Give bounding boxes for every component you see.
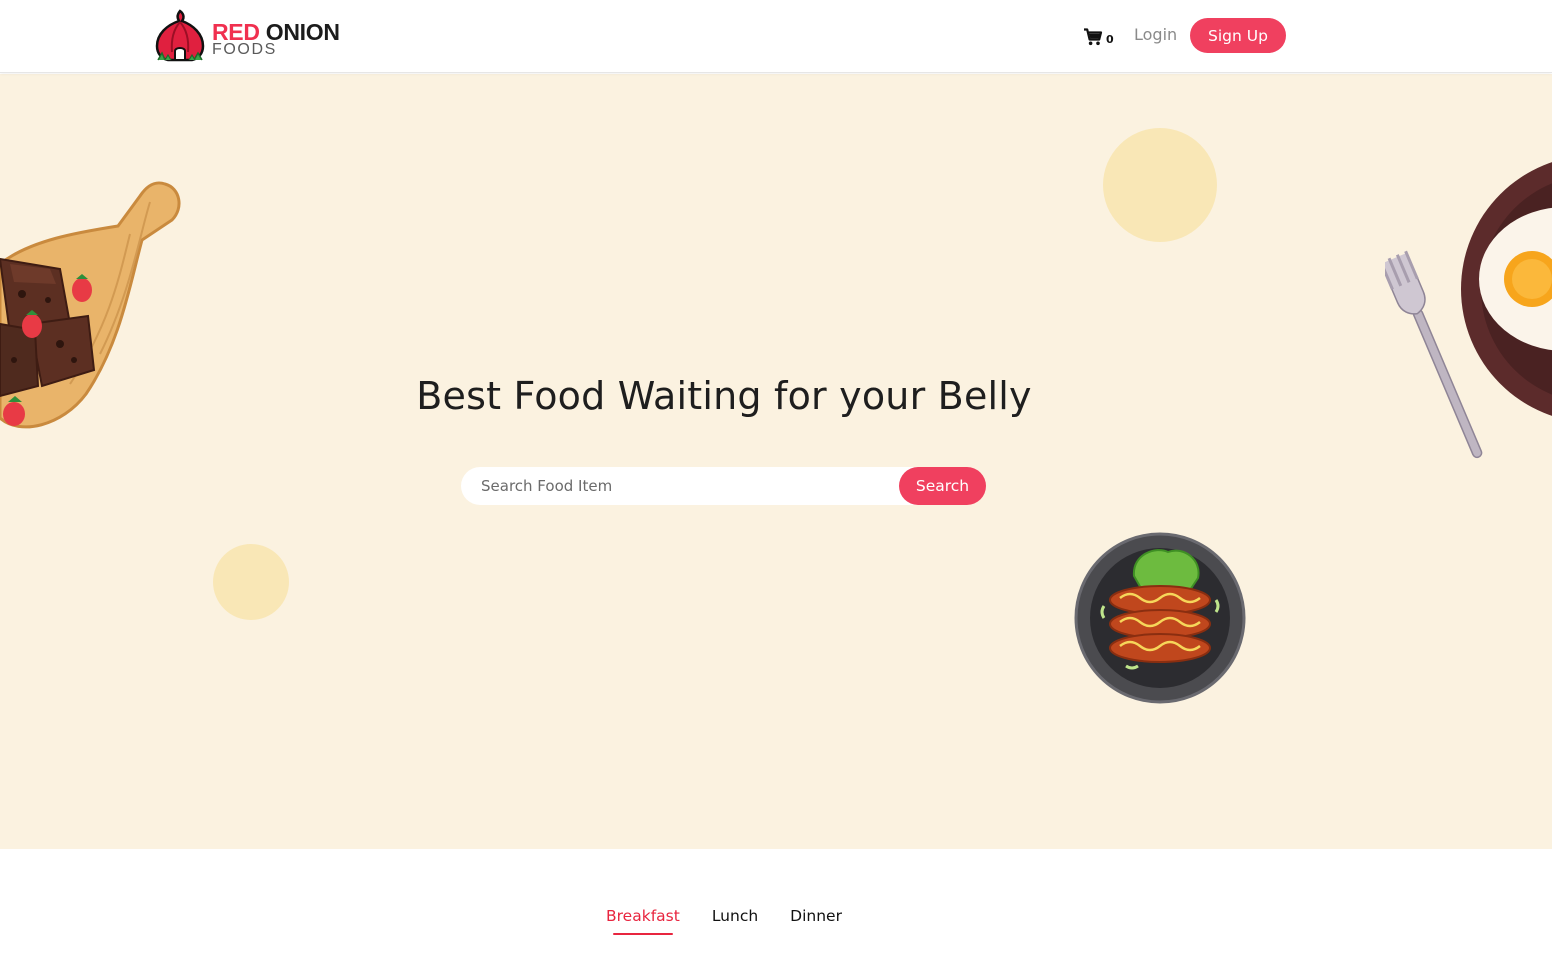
- brand-logo[interactable]: RED ONION FOODS: [154, 8, 354, 64]
- egg-pan-image: [1461, 162, 1552, 416]
- site-header: RED ONION FOODS 0 Login Sign Up: [0, 0, 1552, 73]
- signup-button[interactable]: Sign Up: [1190, 18, 1286, 53]
- search-button[interactable]: Search: [899, 467, 986, 505]
- meal-tabs: Breakfast Lunch Dinner: [0, 905, 1448, 935]
- tab-dinner[interactable]: Dinner: [790, 905, 842, 935]
- cart-count: 0: [1106, 33, 1114, 46]
- search-input[interactable]: [461, 467, 921, 505]
- logo-subtitle: FOODS: [212, 41, 277, 58]
- tab-breakfast[interactable]: Breakfast: [606, 905, 680, 935]
- tab-lunch[interactable]: Lunch: [712, 905, 758, 935]
- cart-button[interactable]: 0: [1083, 25, 1114, 47]
- hero-banner: Best Food Waiting for your Belly Search: [0, 74, 1552, 849]
- hero-title: Best Food Waiting for your Belly: [416, 374, 1032, 418]
- decorative-circle: [213, 544, 289, 620]
- sausage-plate-image: [1074, 532, 1246, 704]
- onion-logo-icon: [155, 9, 205, 62]
- login-link[interactable]: Login: [1134, 25, 1177, 44]
- decorative-circle: [1103, 128, 1217, 242]
- search-bar: Search: [461, 467, 986, 505]
- cart-icon: [1084, 28, 1103, 46]
